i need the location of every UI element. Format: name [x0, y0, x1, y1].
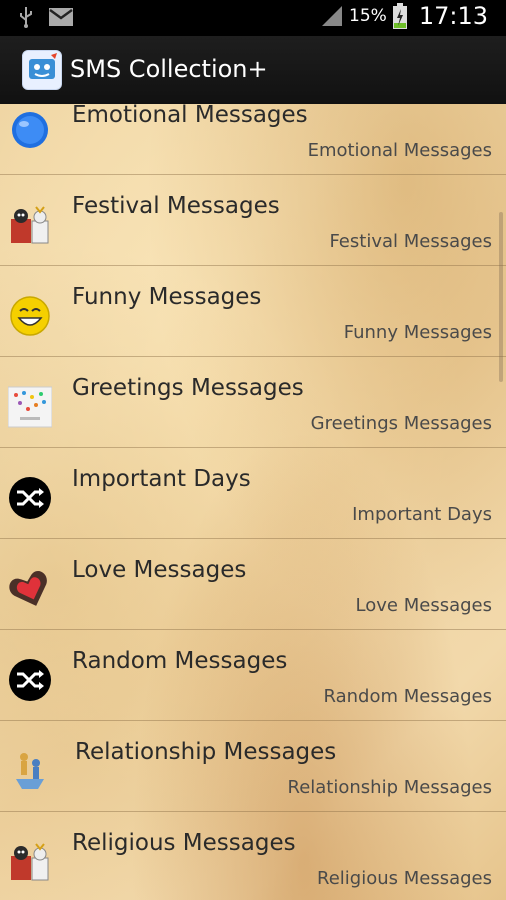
- battery-charging-icon: [392, 3, 407, 29]
- app-logo-icon[interactable]: [22, 50, 62, 90]
- funny-smiley-icon: [10, 296, 50, 336]
- item-title: Emotional Messages: [72, 104, 308, 128]
- list-item[interactable]: Festival Messages Festival Messages: [0, 175, 506, 266]
- item-title: Love Messages: [72, 557, 247, 583]
- item-subtitle: Love Messages: [355, 595, 492, 616]
- item-title: Funny Messages: [72, 284, 262, 310]
- item-title: Random Messages: [72, 648, 288, 674]
- relationship-icon: [16, 753, 44, 789]
- signal-icon: [322, 6, 343, 26]
- item-title: Religious Messages: [72, 830, 296, 856]
- shuffle-icon: [9, 659, 51, 701]
- list-item[interactable]: Greetings Messages Greetings Messages: [0, 357, 506, 448]
- list-item[interactable]: Funny Messages Funny Messages: [0, 266, 506, 357]
- shuffle-icon: [9, 477, 51, 519]
- clock: 17:13: [418, 2, 488, 30]
- battery-percent: 15%: [349, 6, 387, 26]
- list-item[interactable]: Important Days Important Days: [0, 448, 506, 539]
- item-subtitle: Emotional Messages: [307, 140, 492, 161]
- item-subtitle: Festival Messages: [329, 231, 492, 252]
- item-subtitle: Important Days: [352, 504, 492, 525]
- list-item[interactable]: Religious Messages Religious Messages: [0, 812, 506, 900]
- list-item[interactable]: Emotional Messages Emotional Messages: [0, 104, 506, 175]
- item-subtitle: Religious Messages: [317, 868, 492, 889]
- usb-icon: [20, 7, 32, 28]
- religious-icon: [11, 843, 49, 881]
- list-item[interactable]: Random Messages Random Messages: [0, 630, 506, 721]
- scrollbar[interactable]: [499, 212, 503, 382]
- item-subtitle: Random Messages: [323, 686, 492, 707]
- app-title: SMS Collection+: [70, 55, 268, 83]
- status-bar: 15% 17:13: [0, 0, 506, 36]
- emotional-icon: [12, 112, 48, 148]
- item-title: Festival Messages: [72, 193, 280, 219]
- list-item[interactable]: Love Messages Love Messages: [0, 539, 506, 630]
- category-list[interactable]: Emotional Messages Emotional Messages Fe…: [0, 104, 506, 900]
- app-bar: SMS Collection+: [0, 36, 506, 105]
- item-title: Important Days: [72, 466, 251, 492]
- item-subtitle: Relationship Messages: [287, 777, 493, 798]
- heart-icon: [9, 571, 47, 606]
- item-subtitle: Greetings Messages: [310, 413, 492, 434]
- festival-icon: [11, 206, 49, 244]
- item-title: Greetings Messages: [72, 375, 304, 401]
- item-title: Relationship Messages: [75, 739, 337, 765]
- list-item[interactable]: Relationship Messages Relationship Messa…: [0, 721, 506, 812]
- email-icon: [49, 8, 73, 26]
- greetings-card-icon: [8, 386, 52, 428]
- item-subtitle: Funny Messages: [343, 322, 492, 343]
